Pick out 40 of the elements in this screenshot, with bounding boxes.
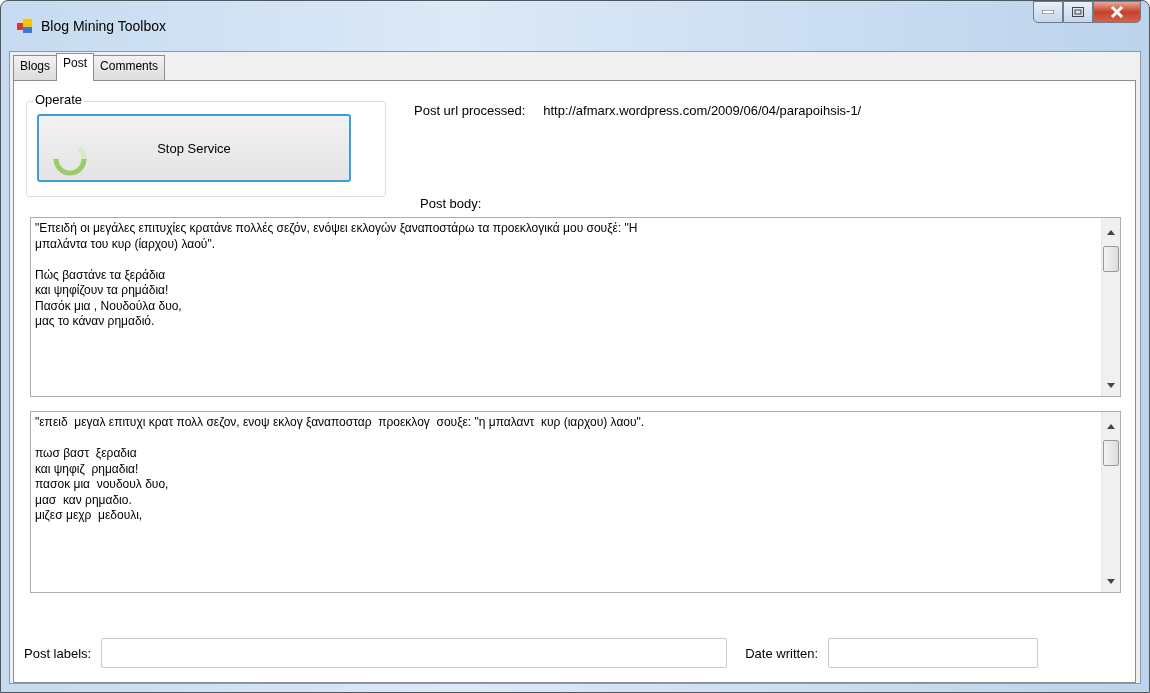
minimize-icon — [1042, 10, 1054, 14]
group-title: Operate — [33, 92, 84, 107]
scroll-down-icon[interactable] — [1107, 579, 1115, 584]
post-labels-field[interactable] — [101, 638, 728, 668]
field-label: Date written: — [745, 645, 819, 661]
scrollbar[interactable] — [1101, 218, 1120, 396]
window-title: Blog Mining Toolbox — [41, 18, 167, 34]
close-icon — [1110, 6, 1124, 18]
scroll-thumb[interactable] — [1103, 246, 1119, 272]
app-icon — [17, 18, 33, 34]
text-line: μιζεσ μεχρ μεδουλι, — [35, 508, 144, 524]
tab[interactable]: Blogs — [13, 55, 58, 80]
text-line: μασ καν ρημαδιο. — [35, 492, 133, 508]
maximize-icon — [1072, 7, 1084, 17]
text-line: και ψηφίζουν τα ρημάδια! — [35, 283, 170, 299]
scroll-up-icon[interactable] — [1107, 424, 1115, 429]
text-line: Πασόκ μια , Νουδούλα δυο, — [35, 298, 183, 314]
minimize-button[interactable] — [1033, 1, 1063, 23]
text-line: πασοκ μια νουδουλ δυο, — [35, 477, 170, 493]
field-label: Post body: — [420, 196, 483, 211]
stop-service-button[interactable]: Stop Service — [37, 114, 351, 182]
post-url: http://afmarx.wordpress.com/2009/06/04/parapoihsis-1/ — [543, 103, 862, 118]
maximize-button[interactable] — [1063, 1, 1093, 23]
scroll-down-icon[interactable] — [1107, 383, 1115, 388]
close-button[interactable] — [1093, 1, 1141, 23]
date-written-field[interactable] — [828, 638, 1039, 668]
text-line: και ψηφιζ ρημαδια! — [35, 461, 140, 477]
tab[interactable]: Post — [56, 53, 95, 81]
tab[interactable]: Comments — [93, 55, 166, 80]
field-label: Post labels: — [24, 645, 92, 661]
text-line: Πώς βαστάνε τα ξεράδια — [35, 267, 167, 283]
text-line: μας το κάναν ρημαδιό. — [35, 314, 156, 330]
scroll-up-icon[interactable] — [1107, 230, 1115, 235]
scrollbar[interactable] — [1101, 412, 1120, 592]
text-line: πωσ βαστ ξεραδια — [35, 446, 138, 462]
field-label: Post url processed: — [414, 103, 526, 118]
scroll-thumb[interactable] — [1103, 440, 1119, 466]
text-line: "επειδ μεγαλ επιτυχι κρατ πολλ σεζον, ενοψ εκλογ ξαναποσταρ προεκλογ σουξε: "η μπαλαντ κυρ (ιαρχου) λαου". — [35, 415, 646, 431]
text-line: μπαλάντα του κυρ (ίαρχου) λαού". — [35, 236, 216, 252]
text-line: "Επειδή οι μεγάλες επιτυχίες κρατάνε πολλές σεζόν, ενόψει εκλογών ξαναποστάρω τα προεκλογικά μου σουξέ: "Η — [35, 221, 639, 237]
